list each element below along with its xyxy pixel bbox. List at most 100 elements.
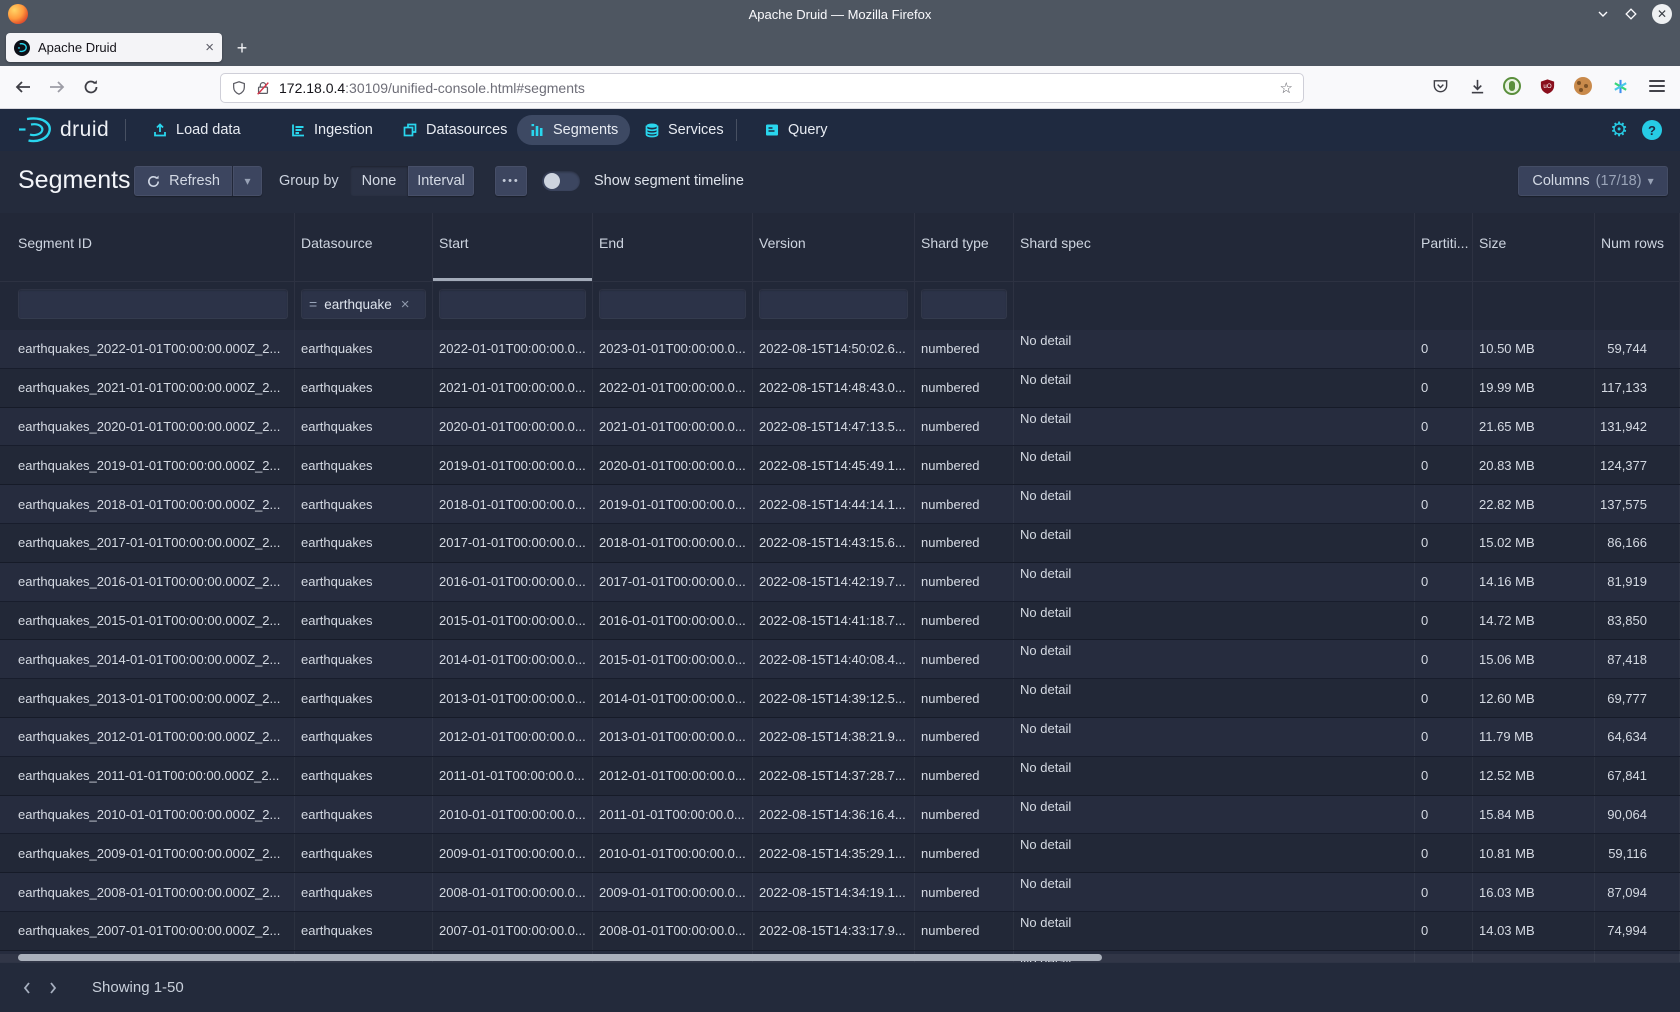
navbar-divider	[736, 119, 737, 141]
cell-start: 2018-01-01T00:00:00.0...	[433, 485, 593, 523]
previous-page-icon[interactable]	[14, 975, 40, 1001]
filter-input-shard-type[interactable]	[921, 289, 1007, 319]
cell-start: 2012-01-01T00:00:00.0...	[433, 718, 593, 756]
cell-shard-type: numbered	[915, 873, 1014, 911]
filter-input-end[interactable]	[599, 289, 746, 319]
settings-gear-icon[interactable]: ⚙	[1610, 120, 1628, 140]
bookmark-star-icon[interactable]: ☆	[1280, 79, 1293, 97]
cell-size: 21.65 MB	[1473, 408, 1595, 446]
druid-logo[interactable]: druid	[16, 109, 109, 151]
forward-icon[interactable]	[46, 76, 68, 98]
cell-start: 2015-01-01T00:00:00.0...	[433, 602, 593, 640]
segment-timeline-toggle[interactable]	[542, 171, 580, 191]
column-header-segment-id[interactable]: Segment ID	[0, 213, 295, 281]
cell-version: 2022-08-15T14:42:19.7...	[753, 563, 915, 601]
cell-start: 2009-01-01T00:00:00.0...	[433, 834, 593, 872]
maximize-icon[interactable]	[1624, 7, 1638, 21]
query-icon	[764, 122, 780, 138]
group-by-label: Group by	[279, 173, 339, 189]
back-icon[interactable]	[12, 76, 34, 98]
privacy-extension-icon[interactable]	[1498, 72, 1526, 100]
column-header-start[interactable]: Start	[433, 213, 593, 281]
nav-item-services[interactable]: Services	[632, 115, 736, 145]
showing-range-label: Showing 1-50	[92, 979, 184, 996]
firefox-tabbar: Apache Druid × +	[0, 28, 1680, 66]
druid-navbar: druid Load data Ingestion Datasources	[0, 109, 1680, 151]
filter-input-start[interactable]	[439, 289, 586, 319]
cookie-extension-icon[interactable]	[1569, 72, 1597, 100]
remove-filter-icon[interactable]: ×	[401, 296, 410, 313]
sparkle-extension-icon[interactable]	[1606, 72, 1634, 100]
minimize-icon[interactable]	[1596, 7, 1610, 21]
cell-segment-id: earthquakes_2009-01-01T00:00:00.000Z_2..…	[0, 834, 295, 872]
cell-shard-spec: No detail	[1014, 602, 1415, 640]
pocket-icon[interactable]	[1426, 72, 1454, 100]
column-header-end[interactable]: End	[593, 213, 753, 281]
reload-icon[interactable]	[80, 76, 102, 98]
cell-version: 2022-08-15T14:50:02.6...	[753, 330, 915, 368]
cell-size: 15.02 MB	[1473, 524, 1595, 562]
equals-icon: =	[309, 296, 317, 312]
column-header-partition[interactable]: Partiti...	[1415, 213, 1473, 281]
refresh-button[interactable]: Refresh	[134, 166, 232, 196]
menu-hamburger-icon[interactable]	[1643, 72, 1671, 100]
table-row: earthquakes_2009-01-01T00:00:00.000Z_2..…	[0, 834, 1680, 873]
column-header-shard-spec[interactable]: Shard spec	[1014, 213, 1415, 281]
more-options-button[interactable]: •••	[495, 166, 527, 196]
druid-favicon-icon	[14, 40, 30, 56]
column-header-version[interactable]: Version	[753, 213, 915, 281]
nav-item-ingestion[interactable]: Ingestion	[278, 115, 385, 145]
cell-version: 2022-08-15T14:36:16.4...	[753, 796, 915, 834]
column-header-size[interactable]: Size	[1473, 213, 1595, 281]
column-header-shard-type[interactable]: Shard type	[915, 213, 1014, 281]
nav-item-load-data[interactable]: Load data	[140, 115, 253, 145]
nav-item-datasources[interactable]: Datasources	[390, 115, 519, 145]
tracking-shield-icon[interactable]	[231, 80, 247, 96]
cell-shard-spec: No detail	[1014, 369, 1415, 407]
insecure-lock-icon[interactable]	[255, 80, 271, 96]
filter-input-datasource[interactable]: = earthquake ×	[301, 289, 426, 319]
cell-segment-id: earthquakes_2016-01-01T00:00:00.000Z_2..…	[0, 563, 295, 601]
cell-shard-spec: No detail	[1014, 796, 1415, 834]
horizontal-scrollbar-thumb[interactable]	[18, 954, 1102, 961]
cell-version: 2022-08-15T14:48:43.0...	[753, 369, 915, 407]
group-by-interval-button[interactable]: Interval	[408, 166, 474, 196]
cell-shard-spec: No detail	[1014, 718, 1415, 756]
help-icon[interactable]: ?	[1642, 120, 1662, 140]
cell-size: 15.84 MB	[1473, 796, 1595, 834]
filter-input-segment-id[interactable]	[18, 289, 288, 319]
window-title: Apache Druid — Mozilla Firefox	[0, 7, 1680, 22]
nav-item-label: Query	[788, 122, 828, 138]
ublock-extension-icon[interactable]: uO	[1533, 72, 1561, 100]
url-text: 172.18.0.4:30109/unified-console.html#se…	[279, 80, 585, 96]
svg-text:uO: uO	[1543, 82, 1551, 89]
new-tab-button[interactable]: +	[230, 36, 254, 60]
cell-end: 2022-01-01T00:00:00.0...	[593, 369, 753, 407]
column-header-datasource[interactable]: Datasource	[295, 213, 433, 281]
nav-item-query[interactable]: Query	[752, 115, 840, 145]
cell-partition: 0	[1415, 679, 1473, 717]
filter-input-version[interactable]	[759, 289, 908, 319]
columns-button[interactable]: Columns (17/18) ▾	[1518, 166, 1668, 196]
cell-num-rows: 59,744	[1595, 330, 1680, 368]
tab-close-icon[interactable]: ×	[205, 40, 214, 55]
browser-tab[interactable]: Apache Druid ×	[6, 33, 222, 62]
cell-datasource: earthquakes	[295, 524, 433, 562]
nav-item-segments[interactable]: Segments	[517, 115, 630, 145]
cell-segment-id: earthquakes_2022-01-01T00:00:00.000Z_2..…	[0, 330, 295, 368]
cell-size: 15.06 MB	[1473, 640, 1595, 678]
next-page-icon[interactable]	[40, 975, 66, 1001]
column-header-label: Start	[439, 235, 469, 251]
column-header-num-rows[interactable]: Num rows	[1595, 213, 1680, 281]
group-by-none-button[interactable]: None	[350, 166, 408, 196]
downloads-icon[interactable]	[1463, 72, 1491, 100]
cell-version: 2022-08-15T14:37:28.7...	[753, 757, 915, 795]
close-window-icon[interactable]: ✕	[1652, 4, 1672, 24]
cell-partition: 0	[1415, 524, 1473, 562]
cell-end: 2023-01-01T00:00:00.0...	[593, 330, 753, 368]
url-bar[interactable]: 172.18.0.4:30109/unified-console.html#se…	[220, 73, 1304, 103]
table-row: earthquakes_2013-01-01T00:00:00.000Z_2..…	[0, 679, 1680, 718]
cell-end: 2011-01-01T00:00:00.0...	[593, 796, 753, 834]
cell-start: 2017-01-01T00:00:00.0...	[433, 524, 593, 562]
refresh-dropdown-button[interactable]: ▾	[232, 166, 262, 196]
